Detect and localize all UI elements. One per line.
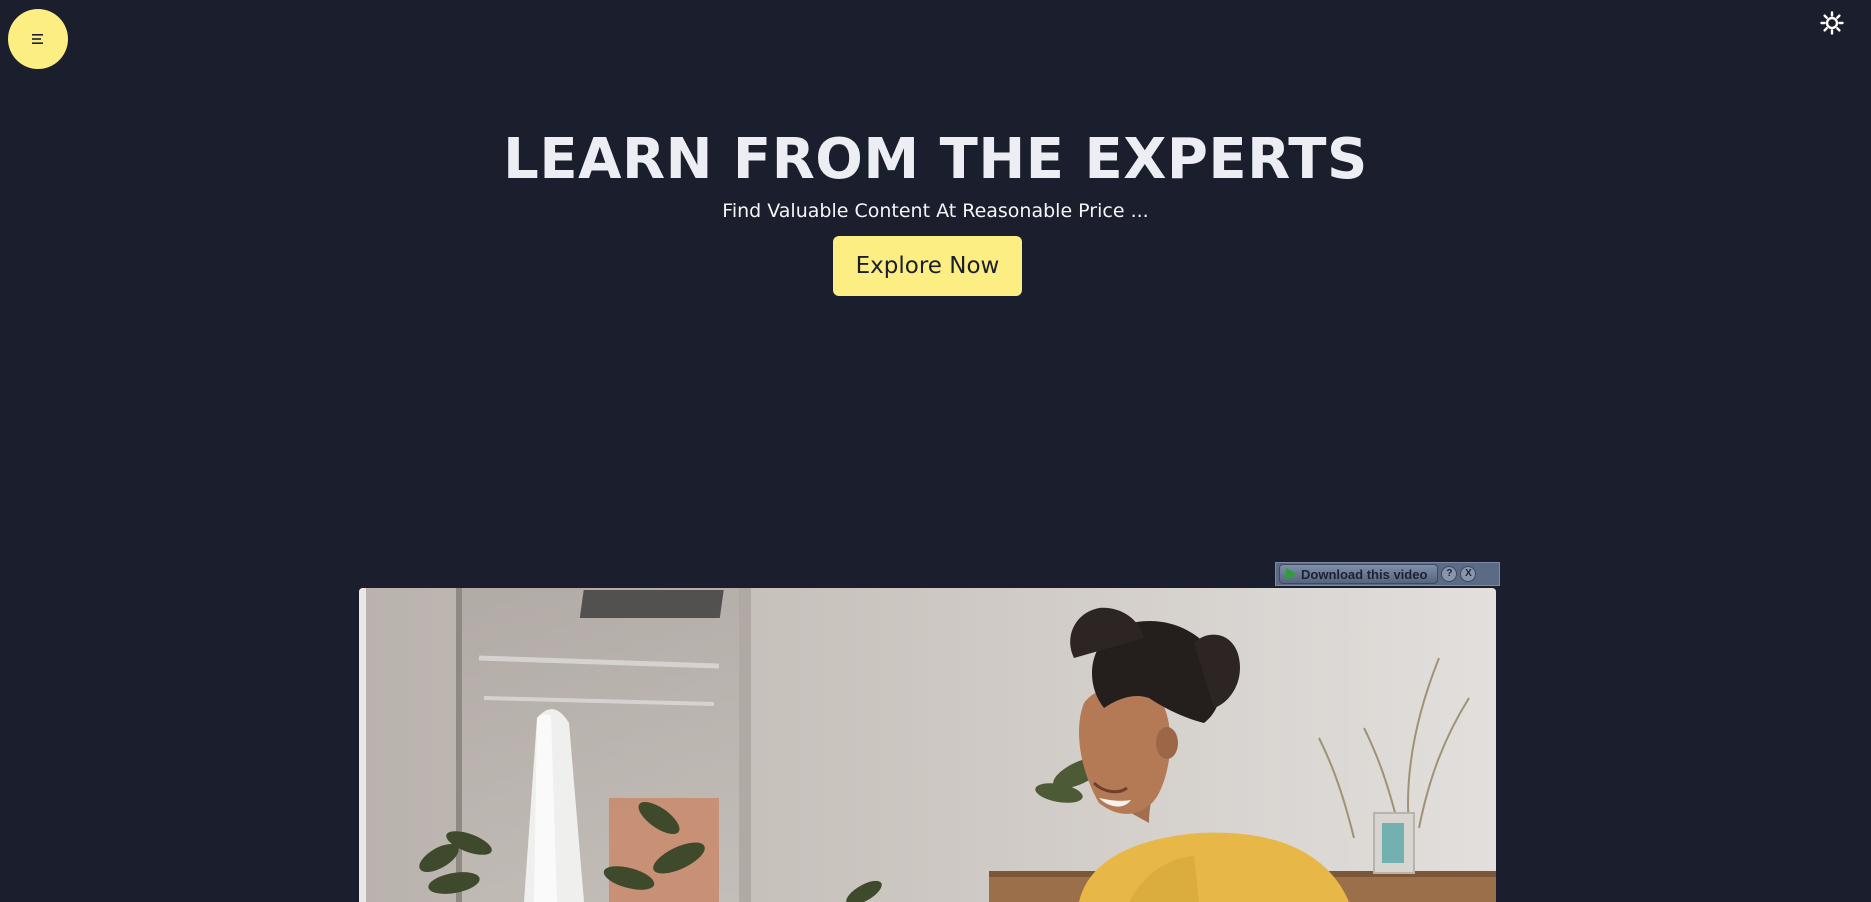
video-download-bar: Download this video ? X — [1275, 562, 1500, 586]
hamburger-menu-icon — [30, 32, 46, 46]
close-button[interactable]: X — [1460, 566, 1477, 582]
hero-section: LEARN FROM THE EXPERTS Find Valuable Con… — [0, 122, 1871, 224]
play-icon — [1286, 568, 1297, 580]
help-button[interactable]: ? — [1441, 566, 1458, 582]
video-frame-image — [359, 588, 1496, 902]
sun-icon — [1820, 11, 1844, 39]
download-video-label: Download this video — [1301, 566, 1428, 582]
explore-now-button[interactable]: Explore Now — [833, 236, 1022, 296]
download-video-button[interactable]: Download this video — [1279, 564, 1439, 584]
theme-toggle-button[interactable] — [1819, 11, 1845, 39]
hero-subtitle: Find Valuable Content At Reasonable Pric… — [722, 200, 1149, 222]
hero-title: LEARN FROM THE EXPERTS — [503, 127, 1368, 192]
menu-button[interactable] — [8, 9, 68, 69]
hero-video[interactable] — [359, 588, 1496, 902]
